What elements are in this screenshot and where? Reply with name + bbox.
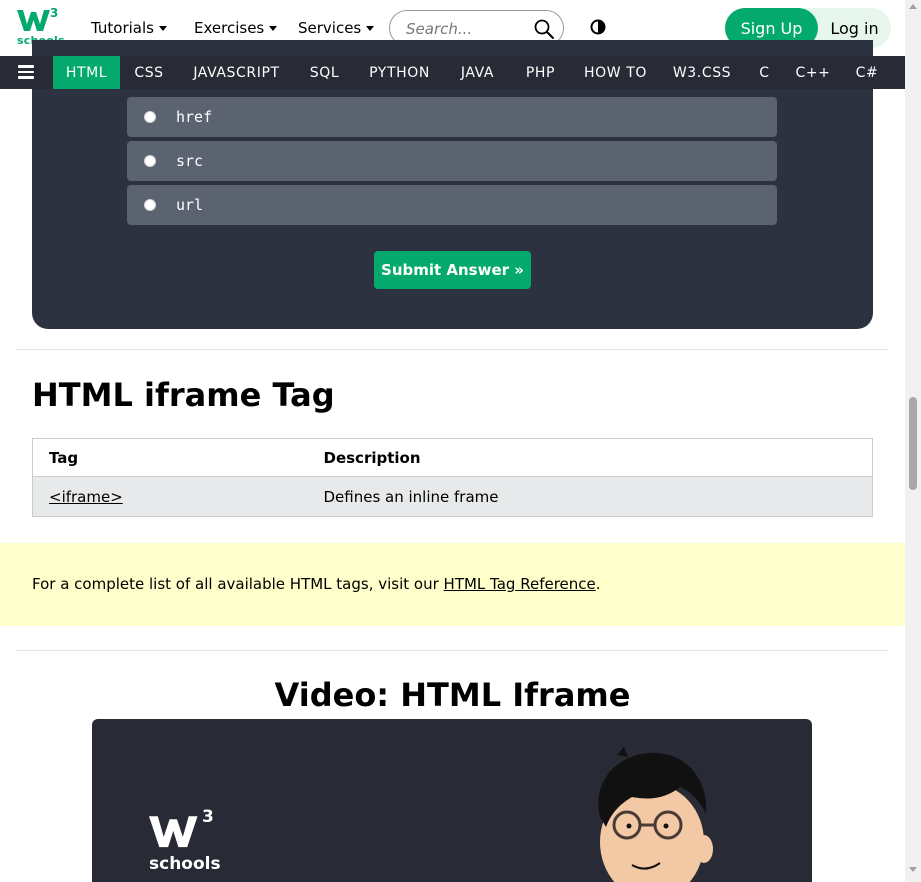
video-w3-logo-icon [149,816,198,848]
nav-item-css[interactable]: CSS [120,56,178,89]
services-menu-label: Services [298,19,362,37]
note-text-before: For a complete list of all available HTM… [32,575,444,593]
nav-item-java[interactable]: JAVA [445,56,510,89]
reference-note: For a complete list of all available HTM… [0,543,905,626]
radio-button[interactable] [144,155,156,167]
quiz-option[interactable]: url [127,185,777,225]
nav-item-csharp[interactable]: C# [841,56,893,89]
note-text: For a complete list of all available HTM… [32,575,601,593]
nav-item-cpp[interactable]: C++ [785,56,841,89]
page-scrollbar[interactable] [905,0,921,882]
caret-down-icon [158,26,167,31]
quiz-option-label: url [176,196,204,214]
table-header-row: Tag Description [32,438,873,477]
quiz-option[interactable]: src [127,141,777,181]
video-logo-superscript: 3 [202,807,214,827]
iframe-tag-link[interactable]: <iframe> [49,488,123,506]
scroll-down-icon[interactable] [909,867,917,872]
nav-item-sql[interactable]: SQL [295,56,354,89]
search-icon[interactable] [533,18,555,40]
iframe-section-heading: HTML iframe Tag [32,376,335,414]
nav-item-c[interactable]: C [744,56,785,89]
tutorials-menu-label: Tutorials [91,19,154,37]
quiz-option-label: src [176,152,204,170]
submit-answer-button[interactable]: Submit Answer » [374,251,531,289]
table-cell: <iframe> [32,476,308,517]
exercises-menu[interactable]: Exercises [194,19,278,37]
divider [16,650,888,651]
video-logo-text: schools [149,854,221,874]
table-header: Description [307,438,873,477]
nav-item-javascript[interactable]: JAVASCRIPT [178,56,295,89]
tag-reference-table: Tag Description <iframe> Defines an inli… [32,438,873,517]
search-input[interactable] [406,19,526,39]
radio-button[interactable] [144,199,156,211]
table-cell: Defines an inline frame [307,476,873,517]
logo-superscript: 3 [50,6,59,20]
tutorials-menu[interactable]: Tutorials [91,19,167,37]
nav-item-how-to[interactable]: HOW TO [571,56,660,89]
dark-mode-toggle-icon[interactable] [590,19,606,35]
html-tag-reference-link[interactable]: HTML Tag Reference [444,575,596,593]
divider [16,349,888,350]
services-menu[interactable]: Services [298,19,375,37]
table-header: Tag [32,438,308,477]
scrollbar-thumb[interactable] [909,397,917,490]
quiz-option-label: href [176,108,213,126]
cartoon-character-icon [598,747,713,882]
video-player[interactable]: 3 schools [92,719,812,882]
note-text-after: . [595,575,601,593]
menu-hamburger-icon[interactable] [18,65,34,79]
caret-down-icon [366,26,375,31]
radio-button[interactable] [144,111,156,123]
video-section-heading: Video: HTML Iframe [274,676,631,714]
topic-navbar: HTML CSS JAVASCRIPT SQL PYTHON JAVA PHP … [0,56,905,89]
nav-item-php[interactable]: PHP [510,56,571,89]
nav-item-html[interactable]: HTML [53,56,120,89]
caret-down-icon [269,26,278,31]
quiz-option[interactable]: href [127,97,777,137]
w3-logo-icon [17,10,50,31]
exercises-menu-label: Exercises [194,19,265,37]
table-row: <iframe> Defines an inline frame [32,476,873,517]
nav-item-w3css[interactable]: W3.CSS [660,56,744,89]
scroll-up-icon[interactable] [909,4,917,9]
nav-item-python[interactable]: PYTHON [354,56,445,89]
